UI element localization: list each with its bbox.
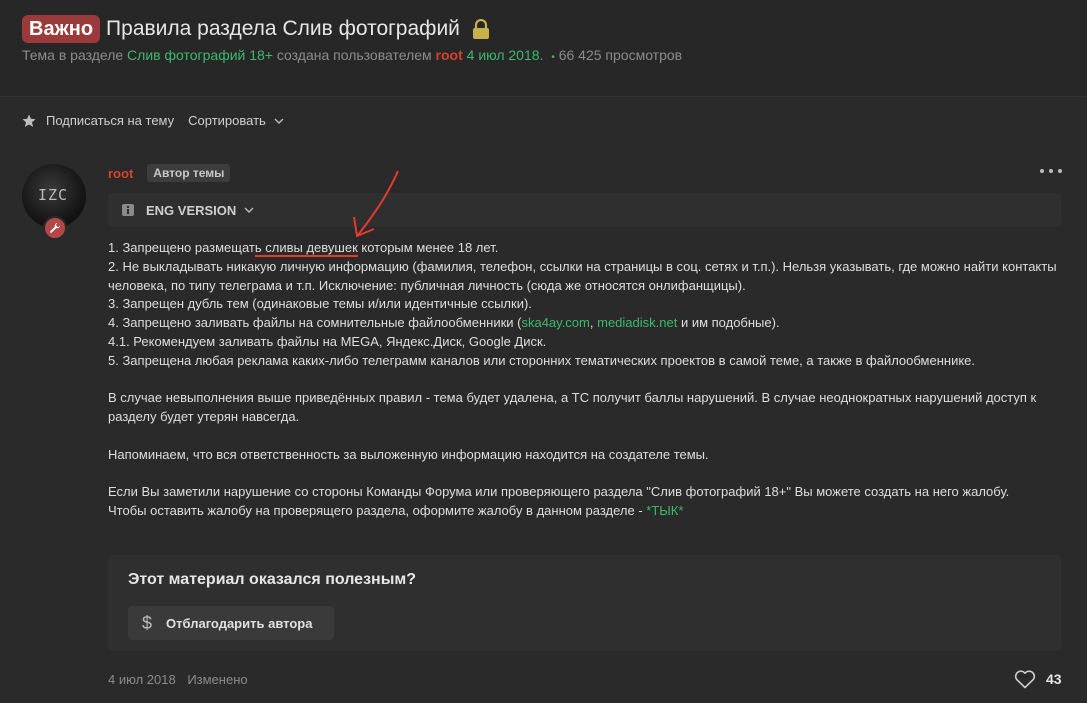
responsibility-text: Напоминаем, что вся ответственность за в… [108,446,709,462]
thread-date[interactable]: 4 июл 2018. [467,47,544,63]
thread-header: Важно Правила раздела Слив фотографий Те… [0,0,1087,80]
post-footer: 4 июл 2018 Изменено [108,672,248,687]
heart-icon[interactable] [1014,669,1036,689]
chevron-down-icon [244,207,254,213]
more-options-icon[interactable] [1040,165,1062,177]
meta-separator: • [551,52,555,63]
rule-3: 3. Запрещен дубль тем (одинаковые темы и… [108,296,532,312]
title-row: Важно Правила раздела Слив фотографий [22,14,490,44]
lock-icon [472,19,489,39]
wrench-icon [50,223,60,233]
chevron-down-icon [274,118,284,124]
thank-author-label: Отблагодарить автора [166,615,313,631]
link-ska4ay[interactable]: ska4ay.com [521,315,589,330]
important-badge: Важно [22,15,101,43]
rule-2: 2. Не выкладывать никакую личную информа… [108,258,1057,293]
thread-toolbar: Подписаться на тему Сортировать [22,113,284,128]
rule-1: 1. Запрещено размещать сливы девушек кот… [108,240,499,257]
sort-dropdown[interactable]: Сортировать [188,113,284,128]
rule-4-1: 4.1. Рекомендуем заливать файлы на MEGA,… [108,333,547,349]
rule-4: 4. Запрещено заливать файлы на сомнитель… [108,315,780,331]
thank-author-button[interactable]: $ Отблагодарить автора [128,606,334,640]
useful-title: Этот материал оказался полезным? [128,571,416,588]
subscribe-button[interactable]: Подписаться на тему [46,113,174,128]
edited-label: Изменено [187,672,248,687]
avatar-text: IZC [38,186,69,204]
thread-panel: Подписаться на тему Сортировать IZC root… [0,96,1087,703]
views-count: 66 425 просмотров [558,47,683,63]
sort-label: Сортировать [188,113,266,128]
reaction-box: Этот материал оказался полезным? $ Отбла… [108,555,1061,651]
violation-text: В случае невыполнения выше приведённых п… [108,390,1037,425]
report-link[interactable]: *ТЫК* [646,503,683,518]
info-icon [122,204,134,216]
post-body: 1. Запрещено размещать сливы девушек кот… [108,239,1068,521]
author-tag: Автор темы [147,164,231,182]
page-title: Правила раздела Слив фотографий [106,17,460,40]
rule-5: 5. Запрещена любая реклама каких-либо те… [108,352,976,368]
star-icon[interactable] [22,114,36,128]
staff-badge [43,216,67,240]
eng-version-label: ENG VERSION [146,202,237,218]
annotation-arrow [353,170,399,238]
like-count: 43 [1046,671,1062,687]
meta-created-by: создана пользователем [276,47,432,63]
link-mediadisk[interactable]: mediadisk.net [597,315,677,330]
thread-meta: Тема в разделе Слив фотографий 18+ созда… [22,47,682,63]
like-control[interactable]: 43 [1014,669,1062,689]
post-author-name[interactable]: root [108,166,133,181]
eng-version-spoiler[interactable]: ENG VERSION [108,193,1061,227]
underlined-text: ь сливы девушек [254,240,358,257]
post-date[interactable]: 4 июл 2018 [108,672,176,687]
dollar-icon: $ [142,612,153,633]
meta-prefix: Тема в разделе [22,47,124,63]
report-text-1: Если Вы заметили нарушение со стороны Ко… [108,484,1010,500]
post-author: root Автор темы [108,164,231,182]
report-text-2: Чтобы оставить жалобу на проверящего раз… [108,503,684,519]
section-link[interactable]: Слив фотографий 18+ [127,47,273,63]
author-link[interactable]: root [436,47,463,63]
